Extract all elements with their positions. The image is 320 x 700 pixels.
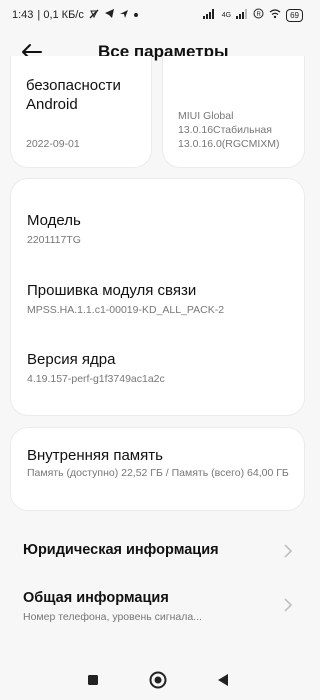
status-speed: | 0,1 КБ/с — [37, 9, 84, 21]
status-time: 1:43 — [12, 9, 34, 21]
nav-back-button[interactable] — [213, 670, 233, 690]
device-info-card: Модель 2201117TG Прошивка модуля связи M… — [10, 178, 305, 416]
battery-icon: 69 — [286, 8, 303, 22]
storage-label: Внутренняя память — [27, 447, 163, 464]
model-label: Модель — [27, 212, 81, 229]
network-type: 4G — [221, 11, 232, 19]
navigation-icon — [119, 9, 129, 22]
square-icon — [87, 675, 98, 685]
miui-line-3: 13.0.16.0(RGCMIXM) — [178, 138, 280, 150]
circle-icon — [149, 671, 166, 689]
miui-line-1: MIUI Global — [178, 110, 234, 122]
status-left: 1:43 | 0,1 КБ/с — [12, 8, 139, 23]
baseband-value: MPSS.HA.1.1.c1-00019-KD_ALL_PACK-2 — [27, 304, 225, 316]
legal-info-row[interactable]: Юридическая информация — [0, 530, 315, 572]
miui-version-card[interactable]: MIUI Global 13.0.16Стабильная 13.0.16.0(… — [162, 56, 305, 168]
triangle-icon — [217, 674, 228, 686]
more-notifications-icon — [133, 9, 139, 21]
data-off-icon — [88, 8, 100, 23]
general-info-subtitle: Номер телефона, уровень сигнала... — [23, 611, 202, 623]
android-security-card[interactable]: безопасности Android 2022-09-01 — [10, 56, 152, 168]
system-nav-bar — [0, 660, 315, 700]
registered-icon: R — [253, 8, 264, 22]
signal-2-icon — [236, 8, 248, 22]
chevron-right-icon — [284, 598, 293, 612]
status-right: 4G R 69 — [202, 8, 303, 22]
storage-card[interactable]: Внутренняя память Память (доступно) 22,5… — [10, 427, 305, 511]
recents-button[interactable] — [83, 670, 103, 690]
signal-icon — [202, 8, 217, 22]
kernel-value: 4.19.157-perf-g1f3749ac1a2c — [27, 373, 165, 385]
wifi-icon — [269, 8, 281, 22]
home-button[interactable] — [148, 670, 168, 690]
miui-line-2: 13.0.16Стабильная — [178, 124, 272, 136]
chevron-right-icon — [284, 544, 293, 558]
kernel-label: Версия ядра — [27, 351, 116, 368]
android-security-title: безопасности Android — [26, 77, 121, 113]
model-value: 2201117TG — [27, 234, 81, 246]
svg-text:R: R — [257, 12, 262, 18]
general-info-row[interactable]: Общая информация Номер телефона, уровень… — [0, 578, 315, 634]
storage-value: Память (доступно) 22,52 ГБ / Память (все… — [27, 467, 289, 479]
general-info-title: Общая информация — [23, 590, 169, 606]
legal-info-title: Юридическая информация — [23, 542, 219, 558]
android-security-date: 2022-09-01 — [26, 138, 80, 150]
baseband-label: Прошивка модуля связи — [27, 282, 197, 299]
status-bar: 1:43 | 0,1 КБ/с 4G R 69 — [0, 0, 315, 30]
telegram-icon — [104, 8, 115, 22]
